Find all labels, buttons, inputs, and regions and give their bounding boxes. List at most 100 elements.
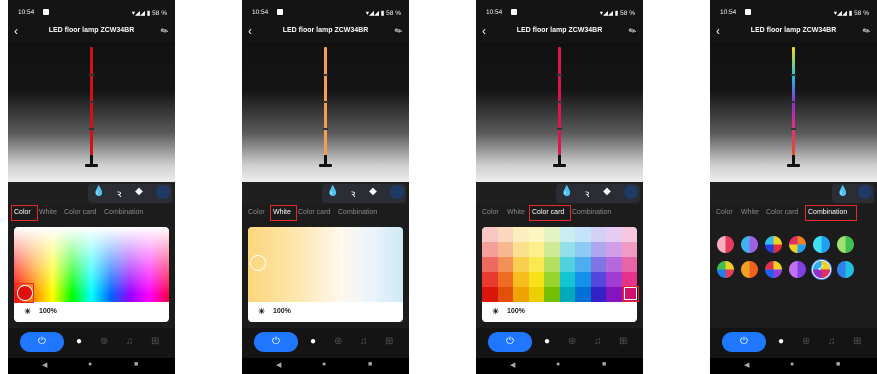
white-temperature-card: ☀ 100% — [248, 227, 403, 322]
grid-icon[interactable]: ⊞ — [151, 337, 159, 347]
music-icon[interactable]: ♫ — [828, 337, 836, 347]
pen-icon[interactable]: ꝛ — [580, 186, 594, 200]
sun-icon: ☀ — [24, 307, 32, 316]
lamp-preview — [8, 42, 175, 182]
tab-combination[interactable]: Combination — [572, 209, 611, 216]
palette-icon[interactable]: ⊛ — [100, 337, 108, 347]
tab-combination[interactable]: Combination — [338, 209, 377, 216]
tab-color[interactable]: Color — [716, 209, 733, 216]
edit-toolbar: 💧 ꝛ ◆ — [476, 182, 643, 205]
bulb-icon[interactable]: ● — [778, 337, 784, 347]
combination-swatch[interactable] — [717, 236, 734, 253]
nav-back-icon[interactable]: ◀ — [42, 361, 47, 369]
palette-icon[interactable]: ⊛ — [568, 337, 576, 347]
palette-icon[interactable]: ⊛ — [802, 337, 810, 347]
paint-bucket-icon[interactable]: 💧 — [326, 186, 340, 197]
highlight-box — [270, 205, 297, 221]
combination-swatch[interactable] — [765, 261, 782, 278]
highlight-box — [11, 205, 38, 221]
edit-toolbar: 💧 ꝛ ◆ — [242, 182, 409, 205]
select-all-icon[interactable] — [156, 185, 170, 199]
bulb-icon[interactable]: ● — [310, 337, 316, 347]
combination-swatch[interactable] — [741, 261, 758, 278]
combination-swatch[interactable] — [717, 261, 734, 278]
combination-swatch[interactable] — [837, 261, 854, 278]
power-button[interactable]: ⏻ — [488, 332, 532, 352]
highlight-box — [14, 283, 34, 303]
tab-combination[interactable]: Combination — [104, 209, 143, 216]
highlight-box — [529, 205, 571, 221]
combination-swatch[interactable] — [789, 236, 806, 253]
brightness-row: ☀ 100% — [248, 302, 403, 322]
combination-swatch[interactable] — [789, 261, 806, 278]
tab-white[interactable]: White — [39, 209, 57, 216]
app-header: ‹ LED floor lamp ZCW34BR ✎ — [476, 24, 643, 42]
nav-recent-icon[interactable]: ■ — [836, 361, 840, 368]
eraser-icon[interactable]: ◆ — [132, 186, 146, 197]
select-all-icon[interactable] — [390, 185, 404, 199]
control-panel: ☀ 100% — [8, 223, 175, 328]
bulb-icon[interactable]: ● — [544, 337, 550, 347]
color-spectrum[interactable] — [14, 227, 169, 302]
control-panel: ☀ 100% — [242, 223, 409, 328]
eraser-icon[interactable]: ◆ — [600, 186, 614, 197]
status-icons: ▾◢◢ ▮ 58 % — [365, 10, 401, 17]
nav-home-icon[interactable]: ● — [88, 361, 92, 368]
select-all-icon[interactable] — [624, 185, 638, 199]
control-panel: ✓ — [710, 223, 877, 328]
battery-level: 58 % — [386, 10, 401, 17]
nav-recent-icon[interactable]: ■ — [368, 361, 372, 368]
paint-bucket-icon[interactable]: 💧 — [92, 186, 106, 197]
lamp-preview — [242, 42, 409, 182]
palette-icon[interactable]: ⊛ — [334, 337, 342, 347]
nav-recent-icon[interactable]: ■ — [134, 361, 138, 368]
page-title: LED floor lamp ZCW34BR — [48, 27, 135, 34]
paint-bucket-icon[interactable]: 💧 — [560, 186, 574, 197]
nav-home-icon[interactable]: ● — [556, 361, 560, 368]
pen-icon[interactable]: ꝛ — [346, 186, 360, 200]
brightness-value[interactable]: 100% — [39, 308, 57, 315]
grid-icon[interactable]: ⊞ — [619, 337, 627, 347]
tab-color[interactable]: Color — [482, 209, 499, 216]
power-button[interactable]: ⏻ — [722, 332, 766, 352]
nav-back-icon[interactable]: ◀ — [276, 361, 281, 369]
tab-white[interactable]: White — [507, 209, 525, 216]
sun-icon: ☀ — [492, 307, 500, 316]
brightness-value[interactable]: 100% — [273, 308, 291, 315]
nav-back-icon[interactable]: ◀ — [744, 361, 749, 369]
white-temperature-gradient[interactable] — [248, 227, 403, 302]
nav-home-icon[interactable]: ● — [322, 361, 326, 368]
eraser-icon[interactable]: ◆ — [366, 186, 380, 197]
grid-icon[interactable]: ⊞ — [853, 337, 861, 347]
status-bar: 10:54 ▾◢◢ ▮ 58 % — [710, 0, 877, 22]
combination-swatch[interactable] — [813, 236, 830, 253]
nav-home-icon[interactable]: ● — [790, 361, 794, 368]
tab-color[interactable]: Color — [248, 209, 265, 216]
bulb-icon[interactable]: ● — [76, 337, 82, 347]
nav-recent-icon[interactable]: ■ — [602, 361, 606, 368]
combination-swatch[interactable] — [765, 236, 782, 253]
pen-icon[interactable]: ꝛ — [112, 186, 126, 200]
tab-color-card[interactable]: Color card — [64, 209, 96, 216]
tab-color-card[interactable]: Color card — [298, 209, 330, 216]
brightness-value[interactable]: 100% — [507, 308, 525, 315]
combination-swatch[interactable] — [741, 236, 758, 253]
status-time: 10:54 — [252, 9, 269, 16]
temperature-handle[interactable] — [250, 255, 266, 271]
power-button[interactable]: ⏻ — [254, 332, 298, 352]
power-button[interactable]: ⏻ — [20, 332, 64, 352]
lamp-base — [319, 164, 332, 167]
color-swatch-grid[interactable] — [482, 227, 637, 302]
combination-swatch[interactable] — [837, 236, 854, 253]
tab-white[interactable]: White — [741, 209, 759, 216]
nav-back-icon[interactable]: ◀ — [510, 361, 515, 369]
check-icon: ✓ — [817, 263, 826, 274]
music-icon[interactable]: ♫ — [594, 337, 602, 347]
music-icon[interactable]: ♫ — [360, 337, 368, 347]
music-icon[interactable]: ♫ — [126, 337, 134, 347]
brightness-row: ☀ 100% — [482, 302, 637, 322]
tab-color-card[interactable]: Color card — [766, 209, 798, 216]
select-all-icon[interactable] — [858, 185, 872, 199]
paint-bucket-icon[interactable]: 💧 — [836, 186, 850, 197]
grid-icon[interactable]: ⊞ — [385, 337, 393, 347]
